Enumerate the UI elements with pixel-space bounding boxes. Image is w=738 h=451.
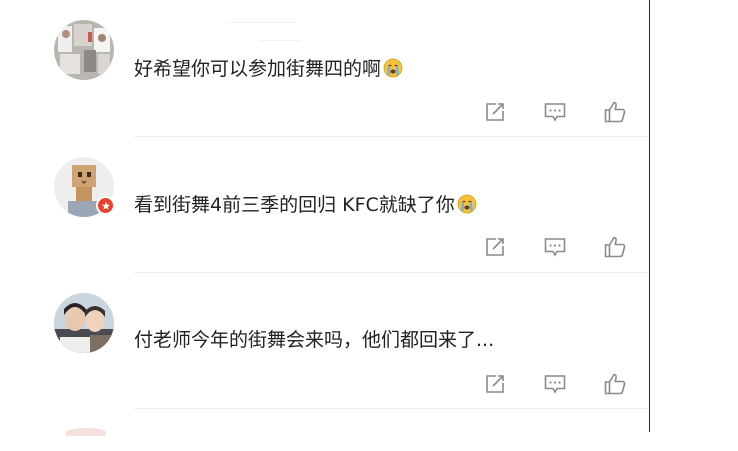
crying-face-emoji-icon: [457, 194, 477, 214]
like-icon[interactable]: [602, 371, 628, 397]
like-icon[interactable]: [602, 99, 628, 125]
comment-text: 好希望你可以参加街舞四的啊: [134, 57, 403, 81]
comment-text-content: 好希望你可以参加街舞四的啊: [134, 58, 382, 80]
share-icon[interactable]: [482, 371, 508, 397]
comment-item: 看到街舞4前三季的回归 KFC就缺了你: [0, 137, 648, 273]
like-icon[interactable]: [602, 234, 628, 260]
comment-actions: [478, 234, 638, 260]
avatar[interactable]: [54, 20, 114, 80]
crying-face-emoji-icon: [383, 58, 403, 78]
avatar[interactable]: [54, 293, 114, 353]
comment-text-content: 看到街舞4前三季的回归 KFC就缺了你: [134, 194, 455, 216]
comment-actions: [478, 371, 638, 397]
comment-text: 看到街舞4前三季的回归 KFC就缺了你: [134, 193, 477, 217]
comment-text: 付老师今年的街舞会来吗，他们都回来了...: [134, 328, 494, 352]
reply-icon[interactable]: [542, 371, 568, 397]
verified-badge-icon: [96, 196, 115, 215]
comment-list: 好希望你可以参加街舞四的啊 看到街舞4前三季的回归 KFC就缺了你 付老师今年的…: [0, 0, 738, 451]
panel-edge: [649, 0, 650, 432]
next-avatar-peek: [66, 428, 106, 436]
reply-icon[interactable]: [542, 234, 568, 260]
divider: [134, 408, 648, 409]
comment-actions: [478, 99, 638, 125]
share-icon[interactable]: [482, 99, 508, 125]
comment-item: 好希望你可以参加街舞四的啊: [0, 0, 648, 136]
comment-item: 付老师今年的街舞会来吗，他们都回来了...: [0, 273, 648, 409]
share-icon[interactable]: [482, 234, 508, 260]
comment-text-content: 付老师今年的街舞会来吗，他们都回来了...: [134, 329, 495, 351]
reply-icon[interactable]: [542, 99, 568, 125]
